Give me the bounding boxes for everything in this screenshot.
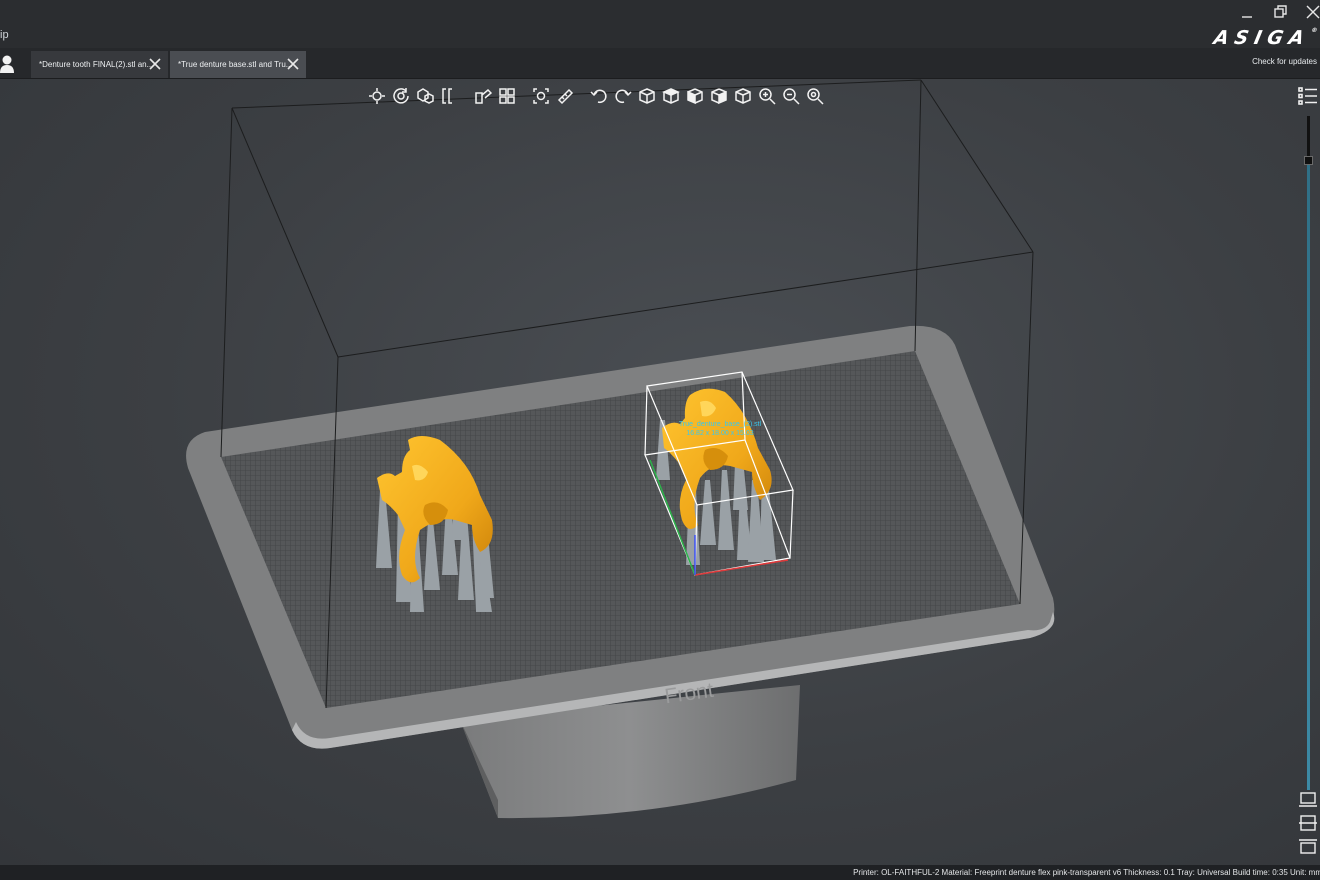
auto-place-button[interactable] [530,85,552,107]
rotate-button[interactable] [390,85,412,107]
layer-slider-handle[interactable] [1304,156,1313,165]
arrange-button[interactable] [496,85,518,107]
mirror-icon [442,88,452,104]
app-window: ip ASIGA® *Denture tooth FINAL(2).stl an… [0,0,1320,880]
asiga-logo: ASIGA® [1211,27,1319,49]
close-icon [1306,5,1320,19]
undo-button[interactable] [588,85,610,107]
status-bar: Printer: OL-FAITHFUL-2 Material: Freepri… [0,865,1320,880]
restore-button[interactable] [1267,2,1293,22]
tab-bar: *Denture tooth FINAL(2).stl an... *True … [0,48,1320,79]
layer-slider-track[interactable] [1307,116,1310,790]
redo-button[interactable] [612,85,634,107]
tab-close-button[interactable] [148,57,162,71]
restore-icon [1274,5,1287,18]
minimize-button[interactable] [1234,2,1260,22]
redo-icon [615,89,632,104]
tab-close-button[interactable] [286,57,300,71]
layer-view-middle-button[interactable] [1298,814,1318,832]
user-account-button[interactable] [0,54,16,74]
rotate-icon [393,88,409,104]
measure-icon [557,88,574,105]
layer-view-bottom-button[interactable] [1298,791,1318,809]
orient-button[interactable] [472,85,494,107]
user-icon [0,55,14,73]
view-side-icon [687,88,703,105]
selection-dimensions: 16.82 x 18.00 x 15.03 [686,430,753,437]
view-top-button[interactable] [660,85,682,107]
zoom-fit-button[interactable] [804,85,826,107]
move-button[interactable] [366,85,388,107]
view-top-icon [662,88,680,104]
duplicate-icon [417,88,434,104]
minimize-icon [1242,16,1252,18]
auto-place-icon [533,88,549,104]
measure-button[interactable] [554,85,576,107]
view-back-icon [711,88,727,105]
layer-view-bottom-icon [1299,792,1317,807]
menu-help[interactable]: ip [0,29,9,41]
mirror-button[interactable] [438,85,460,107]
move-icon [369,88,385,104]
selection-filename: True_denture_base_(2).stl [679,421,762,428]
view-front-button[interactable] [636,85,658,107]
close-window-button[interactable] [1300,2,1320,22]
layer-view-middle-icon [1299,815,1317,831]
layer-view-top-button[interactable] [1298,837,1318,855]
layer-list-icon [1298,87,1317,105]
build-scene[interactable]: Front True_denture_base_(2).stl 16.82 x … [0,79,1320,865]
close-icon [287,58,299,70]
close-icon [149,58,161,70]
zoom-in-icon [759,88,776,105]
status-text: Printer: OL-FAITHFUL-2 Material: Freepri… [853,868,1320,877]
tab-denture-tooth[interactable]: *Denture tooth FINAL(2).stl an... [31,51,168,78]
check-for-updates-link[interactable]: Check for updates [1252,57,1317,66]
build-platform: Front [186,325,1055,749]
tab-label: *True denture base.stl and Tru... [178,60,293,69]
zoom-out-icon [783,88,800,105]
zoom-out-button[interactable] [780,85,802,107]
layer-list-button[interactable] [1298,86,1318,106]
view-back-button[interactable] [708,85,730,107]
arrange-grid-icon [499,88,515,104]
view-iso-icon [735,88,751,104]
duplicate-button[interactable] [414,85,436,107]
view-toolbar [366,84,826,108]
view-iso-button[interactable] [732,85,754,107]
build-viewport[interactable]: Front True_denture_base_(2).stl 16.82 x … [0,79,1320,865]
zoom-fit-icon [807,88,824,105]
zoom-in-button[interactable] [756,85,778,107]
orient-icon [475,88,492,104]
view-side-button[interactable] [684,85,706,107]
tab-true-denture-base[interactable]: *True denture base.stl and Tru... [170,51,306,78]
view-front-icon [639,88,655,104]
layer-view-top-icon [1299,839,1317,854]
title-bar: ip ASIGA® [0,0,1320,49]
undo-icon [590,89,607,104]
tab-label: *Denture tooth FINAL(2).stl an... [39,60,154,69]
